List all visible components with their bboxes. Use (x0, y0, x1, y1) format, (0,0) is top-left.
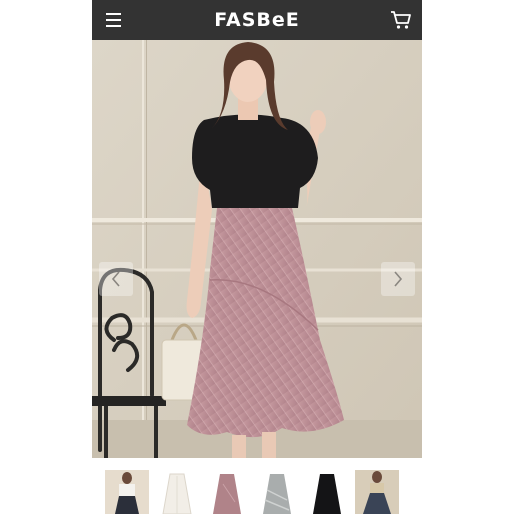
hamburger-menu-icon (106, 13, 121, 15)
black-skirt-thumbnail[interactable] (305, 470, 349, 514)
shopping-cart-icon (391, 11, 411, 29)
chevron-left-icon (111, 271, 120, 287)
product-main-image[interactable] (92, 40, 422, 458)
model-front-thumbnail[interactable] (105, 470, 149, 514)
white-skirt-thumbnail[interactable] (155, 470, 199, 514)
cart-button[interactable] (390, 9, 412, 31)
app-header: FASBeE (92, 0, 422, 40)
previous-image-button[interactable] (99, 262, 133, 296)
pink-skirt-thumbnail[interactable] (205, 470, 249, 514)
navy-skirt-model-thumbnail[interactable] (355, 470, 399, 514)
model-photo (92, 40, 422, 458)
app-frame: FASBeE (92, 0, 422, 514)
menu-button[interactable] (104, 10, 124, 30)
chevron-right-icon (394, 271, 403, 287)
thumbnail-strip (92, 458, 422, 514)
next-image-button[interactable] (381, 262, 415, 296)
gray-skirt-thumbnail[interactable] (255, 470, 299, 514)
brand-logo[interactable]: FASBeE (214, 9, 300, 31)
